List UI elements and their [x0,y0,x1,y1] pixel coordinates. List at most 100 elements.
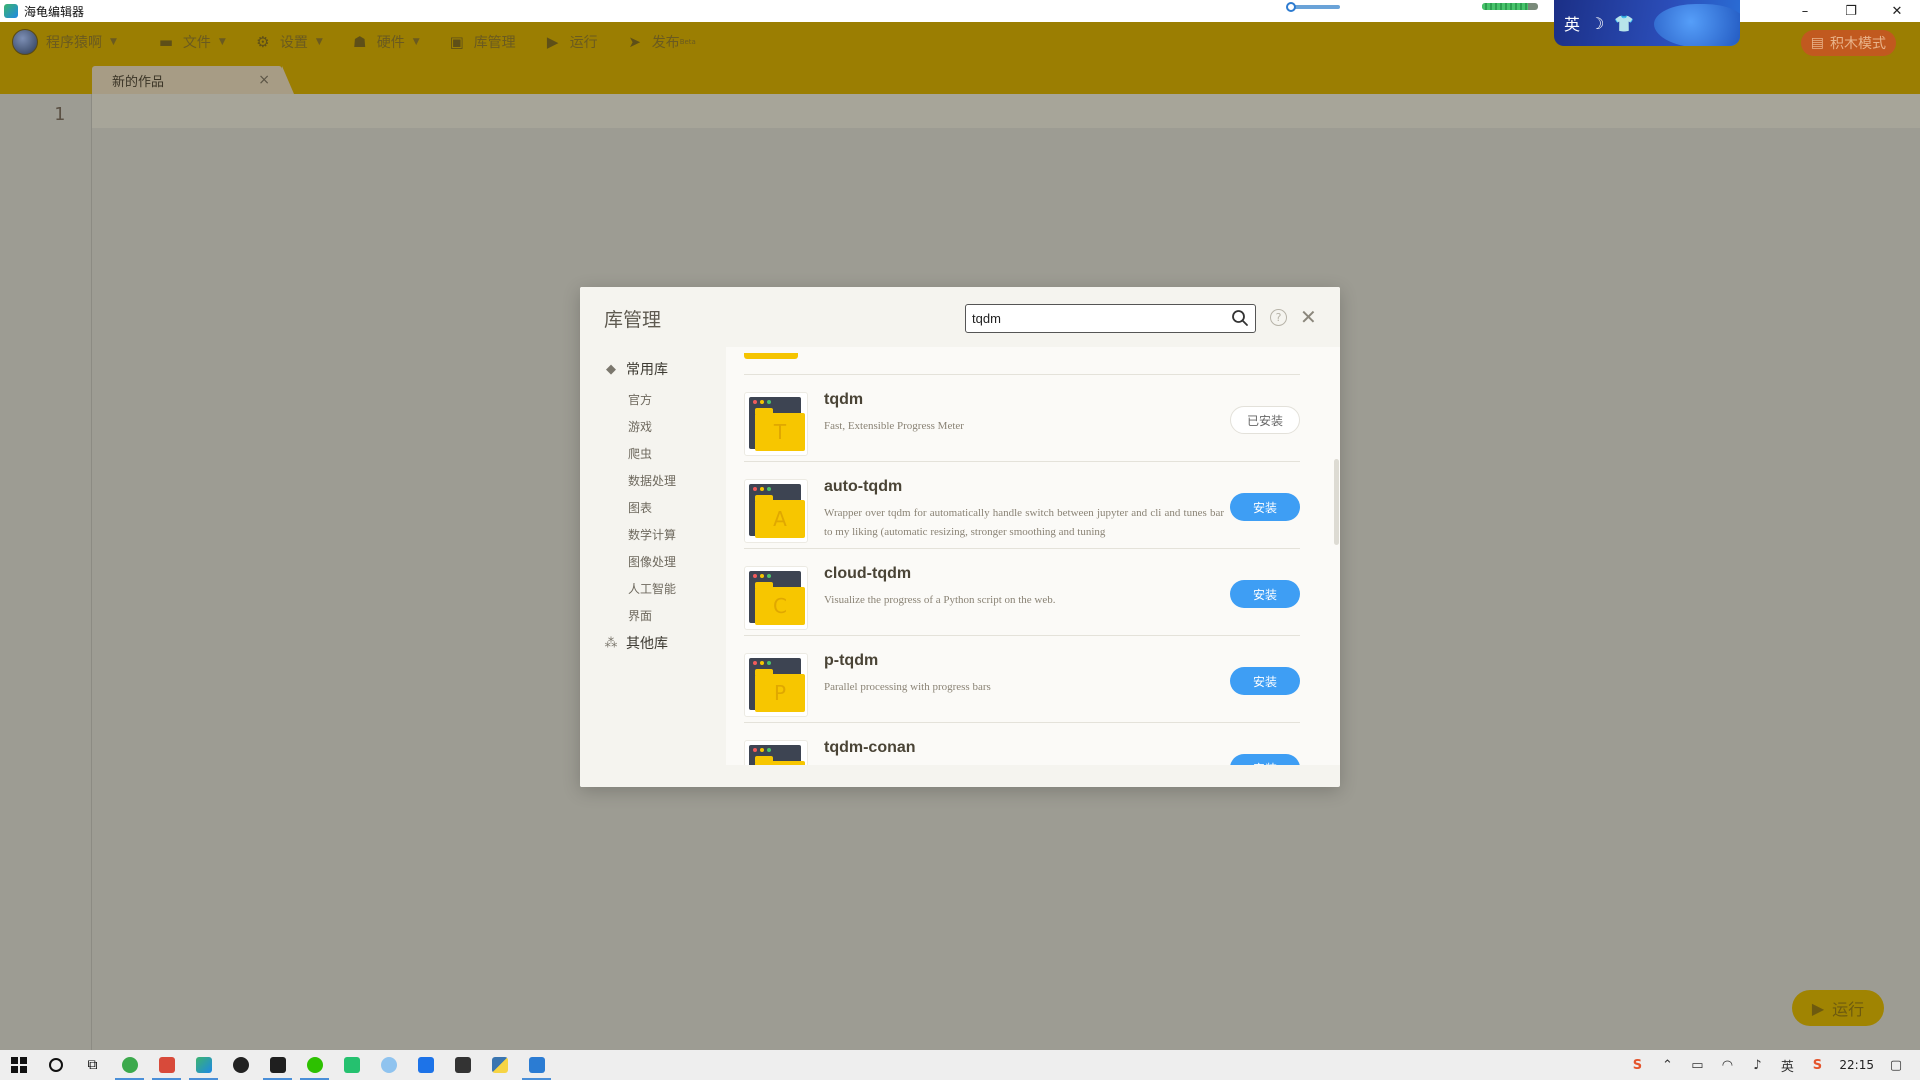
tab-bar: 新的作品 × [0,62,1920,94]
block-mode-button[interactable]: ▤ 积木模式 [1800,30,1896,56]
file-menu[interactable]: ▬ 文件 ▼ [157,22,226,62]
play-circle-icon: ▶ [546,33,559,51]
installed-button[interactable]: 已安装 [1230,406,1300,434]
hardware-menu[interactable]: ☗ 硬件 ▼ [351,22,420,62]
search-taskbar-button[interactable] [37,1050,74,1080]
package-name: tqdm [824,391,864,408]
sub-category-image-processing[interactable]: 图像处理 [628,553,676,570]
run-menu-label: 运行 [569,35,598,51]
package-description: Fast, Extensible Progress Meter [824,420,964,432]
close-window-button[interactable]: ✕ [1874,0,1920,22]
tab-new-work[interactable]: 新的作品 × [92,66,294,94]
search-input[interactable] [972,311,1222,326]
search-icon[interactable] [1231,309,1249,327]
window-title: 海龟编辑器 [24,4,85,19]
notification-icon[interactable]: ▢ [1888,1057,1904,1073]
sogou-icon[interactable]: S [1629,1057,1645,1073]
package-name: p-tqdm [824,652,879,669]
window-dots [753,400,771,404]
remote-desktop-icon [528,1057,545,1073]
taskbar-app-turtle-editor[interactable] [185,1050,222,1080]
category-other[interactable]: ⁂ 其他库 [604,633,669,653]
restore-button[interactable]: ❐ [1828,0,1874,22]
package-name: cloud-tqdm [824,565,912,582]
package-list[interactable]: T tqdm Fast, Extensible Progress Meter 已… [726,347,1340,765]
k-app-icon [417,1057,434,1073]
volume-icon[interactable]: ♪ [1749,1057,1765,1073]
turtle-editor-icon [195,1057,212,1073]
send-icon: ➤ [628,33,641,51]
taskbar-app-pycharm[interactable] [259,1050,296,1080]
taskbar-app-browser[interactable] [111,1050,148,1080]
sub-category-math[interactable]: 数学计算 [628,526,676,543]
avatar[interactable] [12,29,38,55]
sub-category-ui[interactable]: 界面 [628,607,652,624]
sub-category-charts[interactable]: 图表 [628,499,652,516]
list-item: P p-tqdm Parallel processing with progre… [744,636,1300,723]
taskbar-app-python[interactable] [481,1050,518,1080]
clock[interactable]: 22:15 [1839,1058,1874,1072]
install-button[interactable]: 安装 [1230,754,1300,765]
start-button[interactable] [0,1050,37,1080]
browser-icon [121,1057,138,1073]
publish-menu[interactable]: ➤ 发布 Beta [626,22,695,62]
help-icon[interactable]: ? [1270,309,1287,326]
install-button[interactable]: 安装 [1230,667,1300,695]
task-view-icon: ⧉ [87,1057,98,1073]
task-view-button[interactable]: ⧉ [74,1050,111,1080]
chevron-up-icon[interactable]: ⌃ [1659,1057,1675,1073]
settings-menu[interactable]: ⚙ 设置 ▼ [254,22,323,62]
taskbar-app-qq[interactable] [333,1050,370,1080]
sub-category-ai[interactable]: 人工智能 [628,580,676,597]
zoom-slider-knob[interactable] [1286,2,1296,12]
close-tab-icon[interactable]: × [258,72,270,88]
category-other-label: 其他库 [626,636,668,652]
line-number: 1 [54,104,65,125]
taskbar-app-music[interactable] [222,1050,259,1080]
line-number-gutter: 1 [0,94,92,1050]
sub-category-official[interactable]: 官方 [628,391,652,408]
taskbar-app-cloud[interactable] [370,1050,407,1080]
list-scrollbar[interactable] [1334,459,1339,545]
shirt-icon[interactable]: 👕 [1614,14,1634,33]
minimize-button[interactable]: – [1782,0,1828,22]
camera-icon [454,1057,471,1073]
sub-category-data-processing[interactable]: 数据处理 [628,472,676,489]
category-common[interactable]: ◆ 常用库 [604,359,668,379]
install-button[interactable]: 安装 [1230,580,1300,608]
taskbar-app-red[interactable] [148,1050,185,1080]
wifi-icon[interactable]: ◠ [1719,1057,1735,1073]
taskbar-app-remote[interactable] [518,1050,555,1080]
taskbar-app-k[interactable] [407,1050,444,1080]
sub-category-games[interactable]: 游戏 [628,418,652,435]
ime-toolbar[interactable]: 英 ☽ 👕 [1554,0,1740,46]
package-thumbnail: A [744,479,808,543]
moon-icon[interactable]: ☽ [1590,14,1604,33]
folder-icon: A [755,495,805,538]
ime-indicator[interactable]: 英 [1779,1057,1795,1075]
blocks-icon: ▤ [1810,35,1824,51]
library-menu[interactable]: ▣ 库管理 [448,22,516,62]
close-icon[interactable]: ✕ [1300,305,1317,329]
list-item: A auto-tqdm Wrapper over tqdm for automa… [744,462,1300,549]
taskbar-app-wechat[interactable] [296,1050,333,1080]
library-menu-label: 库管理 [473,35,516,51]
nodes-icon: ⁂ [604,635,618,651]
list-item: C cloud-tqdm Visualize the progress of a… [744,549,1300,636]
tab-label: 新的作品 [112,74,165,90]
ime-language-label[interactable]: 英 [1564,11,1580,35]
run-button[interactable]: ▶ 运行 [1792,990,1884,1026]
dialog-title: 库管理 [604,309,662,331]
battery-icon[interactable]: ▭ [1689,1057,1705,1073]
dialog-header: 库管理 ? ✕ [580,287,1340,347]
hardware-menu-label: 硬件 [376,35,405,51]
sogou-tray-icon[interactable]: S [1809,1057,1825,1073]
sub-category-crawler[interactable]: 爬虫 [628,445,652,462]
search-box[interactable] [965,304,1256,333]
package-description: Visualize the progress of a Python scrip… [824,594,1056,606]
install-button[interactable]: 安装 [1230,493,1300,521]
user-menu[interactable]: 程序猿啊 ▼ [46,22,117,62]
run-menu[interactable]: ▶ 运行 [544,22,598,62]
taskbar-app-camera[interactable] [444,1050,481,1080]
window-dots [753,661,771,665]
